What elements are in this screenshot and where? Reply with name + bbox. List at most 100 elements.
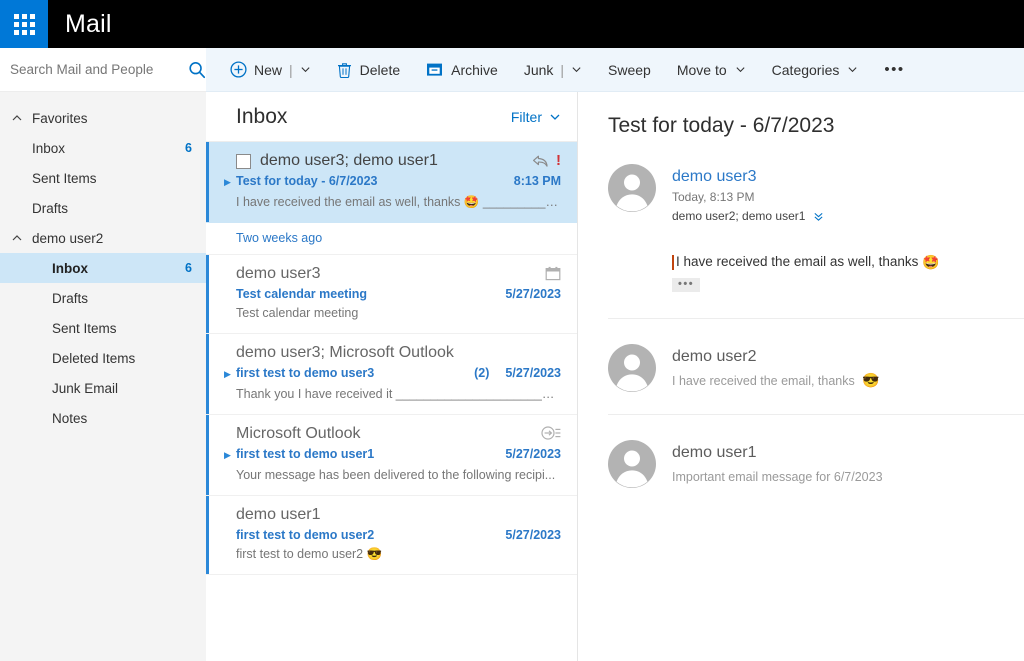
message-date: 5/27/2023: [505, 366, 561, 380]
delivery-report-icon: [541, 426, 561, 440]
folder-unread-count: 6: [185, 261, 192, 275]
sidebar-item-deleted-items[interactable]: Deleted Items: [0, 343, 206, 373]
message-date: 5/27/2023: [505, 528, 561, 542]
unread-accent-bar: [206, 496, 209, 574]
sidebar-item-favorites-drafts[interactable]: Drafts: [0, 193, 206, 223]
reading-message-collapsed[interactable]: demo user1 Important email message for 6…: [608, 414, 1024, 488]
filter-button[interactable]: Filter: [511, 109, 561, 125]
reading-message-collapsed[interactable]: demo user2 I have received the email, th…: [608, 318, 1024, 392]
sweep-button-label: Sweep: [608, 61, 651, 78]
move-to-button[interactable]: Move to: [677, 62, 772, 78]
chevron-down-icon: [736, 67, 745, 73]
left-navigation-rail: Favorites Inbox 6 Sent Items Drafts demo…: [0, 48, 206, 661]
archive-box-icon: [427, 63, 443, 76]
categories-button[interactable]: Categories: [772, 62, 885, 78]
message-list-item[interactable]: demo user1 first test to demo user2 5/27…: [206, 496, 577, 575]
junk-button[interactable]: Junk |: [524, 62, 608, 78]
chevron-down-icon: [550, 114, 560, 120]
reading-message-expanded[interactable]: demo user3 Today, 8:13 PM demo user2; de…: [608, 138, 1024, 292]
search-icon[interactable]: [187, 60, 207, 80]
conversation-expander-icon[interactable]: ▶: [224, 174, 236, 190]
reading-snippet-text: I have received the email, thanks: [672, 374, 855, 388]
conversation-expander-icon[interactable]: ▶: [224, 366, 236, 382]
message-subject: first test to demo user2: [236, 528, 375, 542]
message-sender: Microsoft Outlook: [236, 425, 361, 442]
app-shell: Favorites Inbox 6 Sent Items Drafts demo…: [0, 48, 1024, 661]
message-list-item[interactable]: demo user3 Test calendar meeting 5/27/20…: [206, 255, 577, 334]
message-list-item[interactable]: demo user3; demo user1 ! ▶ Test for toda…: [206, 142, 577, 223]
text-cursor-caret: [672, 254, 674, 270]
app-title: Mail: [65, 10, 112, 38]
message-preview: Thank you I have received it ___________…: [236, 387, 561, 401]
new-button-label: New: [254, 61, 283, 78]
sidebar-item-favorites-sent-items[interactable]: Sent Items: [0, 163, 206, 193]
message-preview: Test calendar meeting: [236, 306, 359, 320]
message-date: 5/27/2023: [505, 447, 561, 461]
new-button[interactable]: New |: [230, 61, 337, 78]
unread-accent-bar: [206, 255, 209, 333]
reading-snippet: I have received the email, thanks 😎: [672, 368, 1024, 391]
avatar: [608, 440, 656, 488]
search-input[interactable]: [10, 62, 187, 77]
sweep-button[interactable]: Sweep: [608, 62, 677, 78]
folder-name: Drafts: [32, 200, 69, 216]
reading-snippet-text: Important email message for 6/7/2023: [672, 470, 883, 484]
message-sender: demo user3: [236, 265, 321, 282]
calendar-icon: [545, 266, 561, 281]
sidebar-item-favorites-inbox[interactable]: Inbox 6: [0, 133, 206, 163]
app-launcher-button[interactable]: [0, 0, 48, 48]
chevron-double-down-icon[interactable]: [813, 211, 824, 222]
chevron-up-icon: [12, 115, 22, 121]
folder-name: Inbox: [32, 140, 66, 156]
sidebar-item-sent-items[interactable]: Sent Items: [0, 313, 206, 343]
reading-timestamp: Today, 8:13 PM: [672, 190, 755, 204]
chevron-down-icon[interactable]: [300, 64, 311, 75]
folder-group-label: Favorites: [32, 110, 88, 126]
command-bar: New | Delete Archive Junk | Sweep Move t…: [206, 48, 1024, 92]
folder-group-favorites[interactable]: Favorites: [0, 103, 206, 133]
folder-name: Sent Items: [52, 320, 117, 336]
unread-accent-bar: [206, 334, 209, 414]
message-date: 5/27/2023: [505, 287, 561, 301]
waffle-grid-icon: [13, 13, 35, 35]
plus-circle-icon: [230, 61, 247, 78]
reading-pane: Test for today - 6/7/2023 demo user3 Tod…: [578, 92, 1024, 661]
sidebar-item-drafts[interactable]: Drafts: [0, 283, 206, 313]
delete-button[interactable]: Delete: [337, 62, 426, 78]
sidebar-item-notes[interactable]: Notes: [0, 403, 206, 433]
message-list[interactable]: demo user3; demo user1 ! ▶ Test for toda…: [206, 142, 577, 661]
folder-name: Deleted Items: [52, 350, 136, 366]
folder-group-demo-user2[interactable]: demo user2: [0, 223, 206, 253]
overflow-ellipsis-icon[interactable]: •••: [884, 61, 904, 78]
search-bar[interactable]: [0, 48, 206, 92]
list-title: Inbox: [236, 104, 288, 128]
emoji-sunglasses-icon: 😎: [862, 372, 880, 388]
folder-unread-count: 6: [185, 141, 192, 155]
chevron-down-icon[interactable]: [571, 64, 582, 75]
archive-button[interactable]: Archive: [426, 62, 524, 78]
conversation-expander-icon[interactable]: ▶: [224, 447, 236, 463]
expand-quoted-text-button[interactable]: •••: [672, 278, 701, 292]
message-list-item[interactable]: demo user3; Microsoft Outlook ▶ first te…: [206, 334, 577, 415]
message-list-pane: Inbox Filter demo user3; demo user1 ! ▶ …: [206, 92, 578, 661]
message-list-item[interactable]: Microsoft Outlook ▶ first test to demo u…: [206, 415, 577, 496]
reading-sender-name[interactable]: demo user2: [672, 346, 1024, 368]
split-divider: |: [560, 61, 565, 78]
reading-body-text[interactable]: I have received the email as well, thank…: [672, 252, 1024, 272]
message-sender: demo user3; demo user1: [260, 152, 438, 169]
folder-name: Drafts: [52, 290, 89, 306]
sidebar-item-inbox[interactable]: Inbox 6: [0, 253, 206, 283]
reading-sender-name[interactable]: demo user1: [672, 442, 1024, 464]
sidebar-item-junk-email[interactable]: Junk Email: [0, 373, 206, 403]
reading-sender-name[interactable]: demo user3: [672, 166, 1024, 188]
message-count: (2): [474, 366, 490, 380]
folder-name: Junk Email: [52, 380, 119, 396]
message-date: 8:13 PM: [513, 174, 561, 188]
folder-name: Inbox: [52, 260, 88, 276]
junk-button-label: Junk: [523, 61, 554, 78]
message-preview: first test to demo user2 😎: [236, 547, 383, 561]
archive-button-label: Archive: [451, 61, 498, 78]
folder-tree: Favorites Inbox 6 Sent Items Drafts demo…: [0, 92, 206, 433]
reading-recipients-row[interactable]: demo user2; demo user1: [672, 207, 1024, 226]
message-select-checkbox[interactable]: [236, 154, 251, 169]
